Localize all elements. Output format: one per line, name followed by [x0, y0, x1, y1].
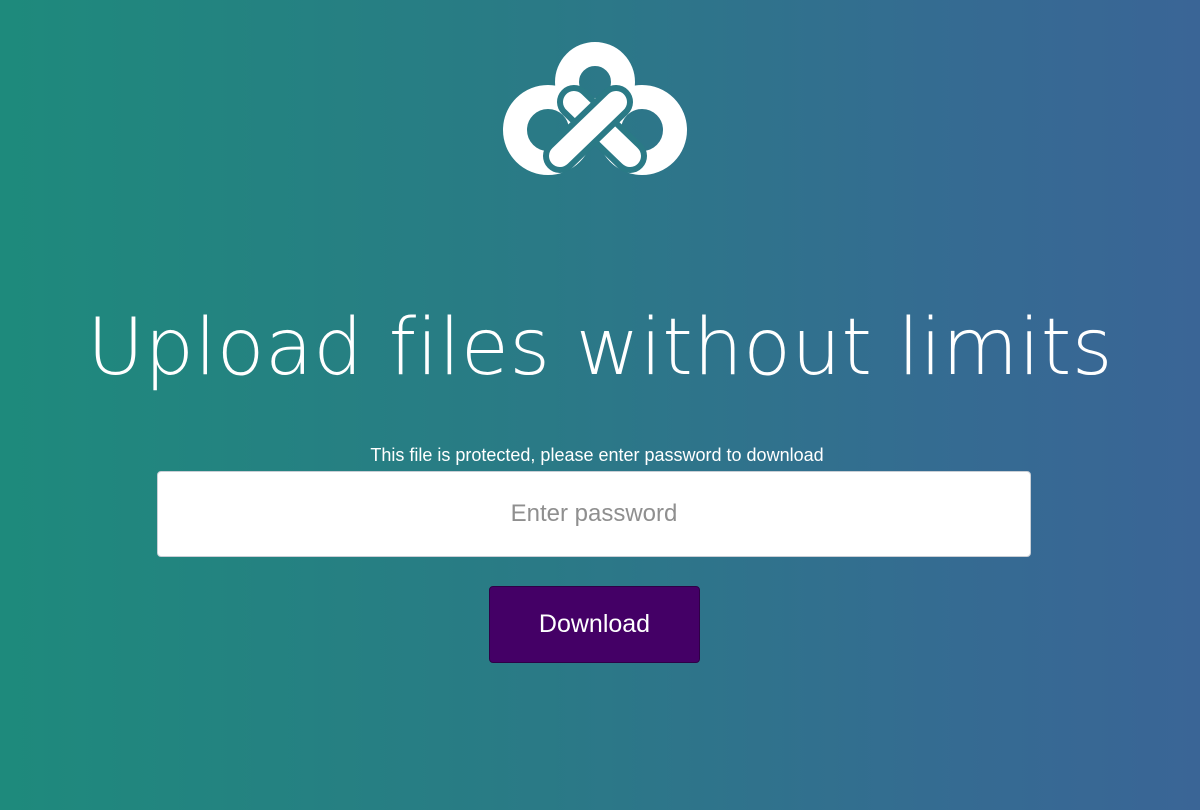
download-button[interactable]: Download: [489, 586, 700, 663]
protected-file-notice: This file is protected, please enter pas…: [370, 445, 824, 465]
cloud-knot-logo-icon: [503, 42, 687, 175]
password-input[interactable]: [157, 471, 1031, 557]
page-title: Upload files without limits: [86, 303, 1114, 394]
download-page: Upload files without limits This file is…: [0, 0, 1200, 810]
